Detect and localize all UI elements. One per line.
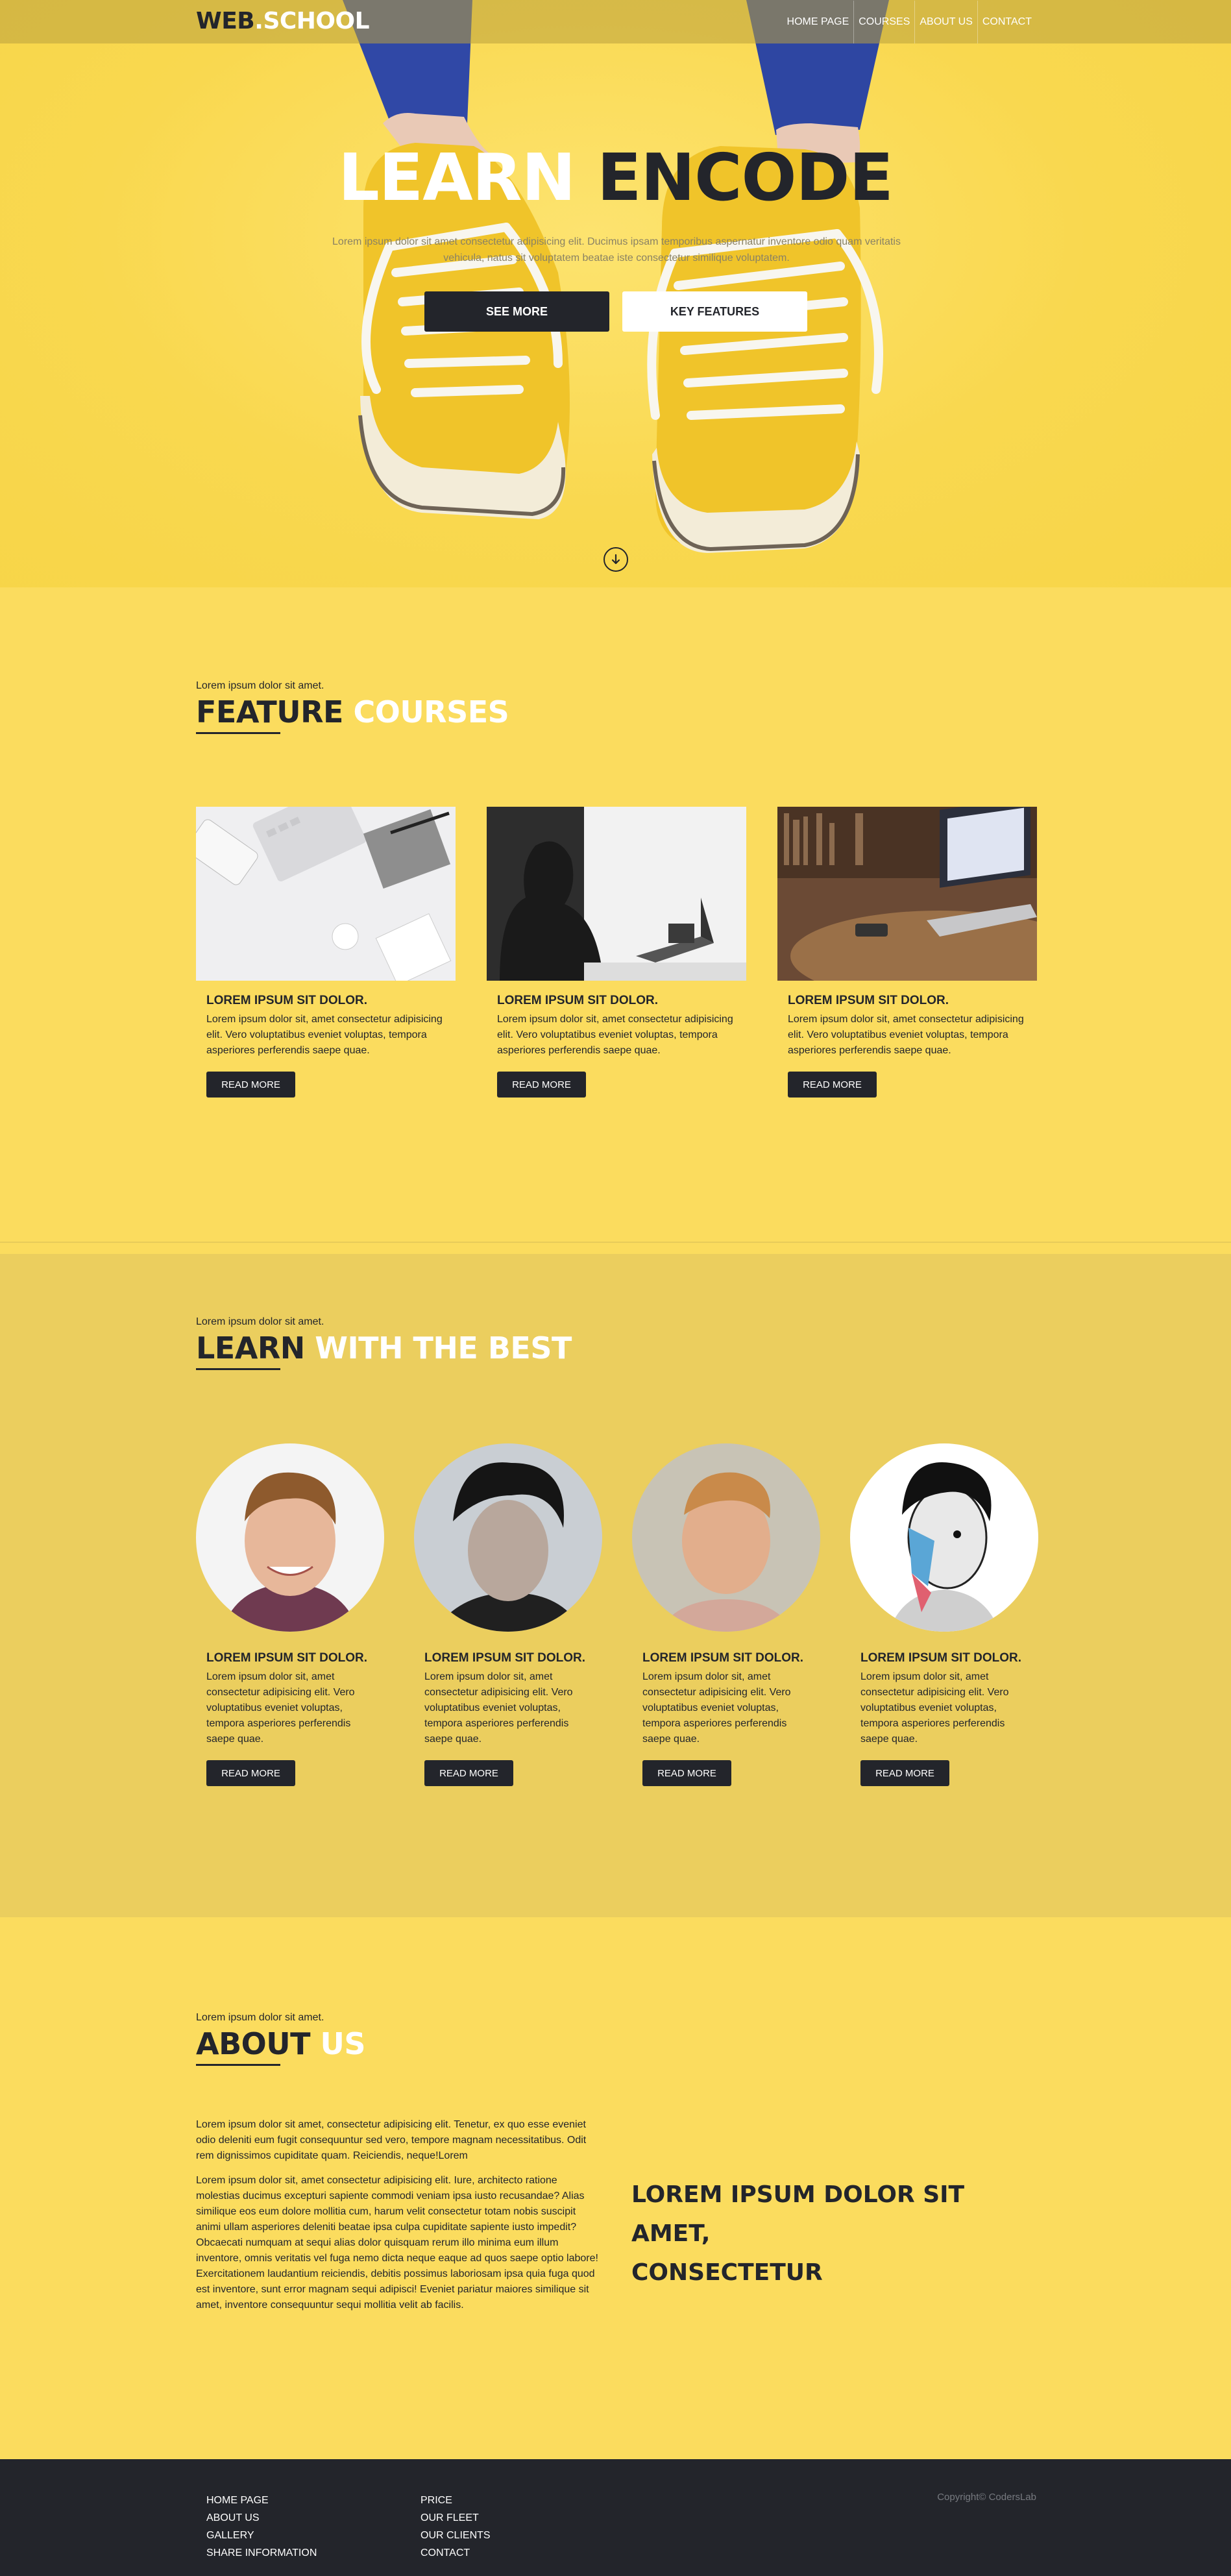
footer-link-gallery[interactable]: GALLERY [206,2527,317,2544]
read-more-button[interactable]: READ MORE [424,1760,513,1786]
course-text: Lorem ipsum dolor sit, amet consectetur … [497,1014,733,1056]
read-more-button[interactable]: READ MORE [497,1072,586,1098]
avatar [632,1443,820,1632]
member-text: Lorem ipsum dolor sit, amet consectetur … [642,1671,791,1745]
team-member-card: LOREM IPSUM SIT DOLOR. Lorem ipsum dolor… [850,1443,1038,1786]
team-kicker: Lorem ipsum dolor sit amet. [196,1316,324,1327]
team-title-b: WITH THE BEST [315,1331,572,1366]
avatar [414,1443,602,1632]
about-title-a: ABOUT [196,2026,311,2061]
about-kicker: Lorem ipsum dolor sit amet. [196,2012,324,2023]
course-image-woman-laptop [487,807,746,981]
course-title: LOREM IPSUM SIT DOLOR. [788,994,949,1007]
team-section [0,1254,1231,1917]
scroll-down-icon[interactable] [603,547,628,572]
course-image-desk [196,807,456,981]
footer: HOME PAGE ABOUT US GALLERY SHARE INFORMA… [0,2459,1231,2576]
about-title: ABOUT US [196,2026,366,2061]
site-logo[interactable]: WEB.SCHOOL [196,8,370,34]
footer-links-col2: PRICE OUR FLEET OUR CLIENTS CONTACT [420,2492,491,2562]
courses-title-a: FEATURE [196,694,343,730]
top-navbar: WEB.SCHOOL HOME PAGE COURSES ABOUT US CO… [0,0,1231,43]
member-title: LOREM IPSUM SIT DOLOR. [642,1651,804,1665]
hero-section: LEARN ENCODE Lorem ipsum dolor sit amet … [0,0,1231,587]
member-text: Lorem ipsum dolor sit, amet consectetur … [860,1671,1009,1745]
footer-link-contact[interactable]: CONTACT [420,2544,491,2562]
course-image-laptop-table [777,807,1037,981]
courses-kicker: Lorem ipsum dolor sit amet. [196,680,324,691]
hero-description: Lorem ipsum dolor sit amet consectetur a… [332,236,901,264]
about-highlight-line2: CONSECTETUR [631,2259,823,2286]
footer-link-our-clients[interactable]: OUR CLIENTS [420,2527,491,2544]
footer-links-col1: HOME PAGE ABOUT US GALLERY SHARE INFORMA… [206,2492,317,2562]
team-title-a: LEARN [196,1331,305,1366]
team-member-card: LOREM IPSUM SIT DOLOR. Lorem ipsum dolor… [414,1443,602,1786]
see-more-button[interactable]: SEE MORE [424,291,609,332]
member-title: LOREM IPSUM SIT DOLOR. [860,1651,1022,1665]
member-title: LOREM IPSUM SIT DOLOR. [206,1651,368,1665]
nav-contact[interactable]: CONTACT [977,0,1036,43]
read-more-button[interactable]: READ MORE [642,1760,731,1786]
footer-link-our-fleet[interactable]: OUR FLEET [420,2509,491,2527]
avatar [196,1443,384,1632]
about-highlight: LOREM IPSUM DOLOR SIT AMET, CONSECTETUR [631,2176,1047,2292]
member-title: LOREM IPSUM SIT DOLOR. [424,1651,586,1665]
team-title-underline [196,1368,280,1370]
member-text: Lorem ipsum dolor sit, amet consectetur … [206,1671,355,1745]
footer-link-price[interactable]: PRICE [420,2492,491,2509]
about-highlight-line1: LOREM IPSUM DOLOR SIT AMET, [631,2181,965,2247]
hero-title-word2: ENCODE [597,140,894,215]
courses-title-underline [196,732,280,734]
nav-home-page[interactable]: HOME PAGE [783,1,854,43]
team-member-card: LOREM IPSUM SIT DOLOR. Lorem ipsum dolor… [632,1443,820,1786]
about-paragraph-1: Lorem ipsum dolor sit amet, consectetur … [196,2119,587,2161]
course-title: LOREM IPSUM SIT DOLOR. [206,994,368,1007]
main-nav: HOME PAGE COURSES ABOUT US CONTACT [783,0,1036,43]
about-title-b: US [320,2026,366,2061]
nav-about-us[interactable]: ABOUT US [914,0,977,43]
footer-link-share-information[interactable]: SHARE INFORMATION [206,2544,317,2562]
copyright-text: Copyright© CodersLab [937,2492,1036,2503]
course-text: Lorem ipsum dolor sit, amet consectetur … [206,1014,443,1056]
hero-title-word1: LEARN [338,140,576,215]
logo-part1: WEB [196,8,255,34]
key-features-button[interactable]: KEY FEATURES [622,291,807,332]
read-more-button[interactable]: READ MORE [860,1760,949,1786]
member-text: Lorem ipsum dolor sit, amet consectetur … [424,1671,573,1745]
footer-link-about-us[interactable]: ABOUT US [206,2509,317,2527]
courses-title-b: COURSES [353,694,509,730]
read-more-button[interactable]: READ MORE [206,1760,295,1786]
hero-title: LEARN ENCODE [0,140,1231,215]
read-more-button[interactable]: READ MORE [788,1072,877,1098]
section-divider [0,1242,1231,1243]
course-title: LOREM IPSUM SIT DOLOR. [497,994,659,1007]
read-more-button[interactable]: READ MORE [206,1072,295,1098]
course-text: Lorem ipsum dolor sit, amet consectetur … [788,1014,1024,1056]
course-card: LOREM IPSUM SIT DOLOR. Lorem ipsum dolor… [487,807,746,1098]
courses-title: FEATURE COURSES [196,694,509,730]
about-title-underline [196,2064,280,2066]
nav-courses[interactable]: COURSES [853,0,914,43]
logo-part2: SCHOOL [263,8,370,34]
course-card: LOREM IPSUM SIT DOLOR. Lorem ipsum dolor… [777,807,1037,1098]
course-card: LOREM IPSUM SIT DOLOR. Lorem ipsum dolor… [196,807,456,1098]
team-member-card: LOREM IPSUM SIT DOLOR. Lorem ipsum dolor… [196,1443,384,1786]
avatar [850,1443,1038,1632]
hero-background-image [343,0,889,553]
logo-dot: . [254,8,263,34]
footer-link-home-page[interactable]: HOME PAGE [206,2492,317,2509]
team-title: LEARN WITH THE BEST [196,1331,572,1366]
about-paragraph-2: Lorem ipsum dolor sit, amet consectetur … [196,2175,598,2311]
